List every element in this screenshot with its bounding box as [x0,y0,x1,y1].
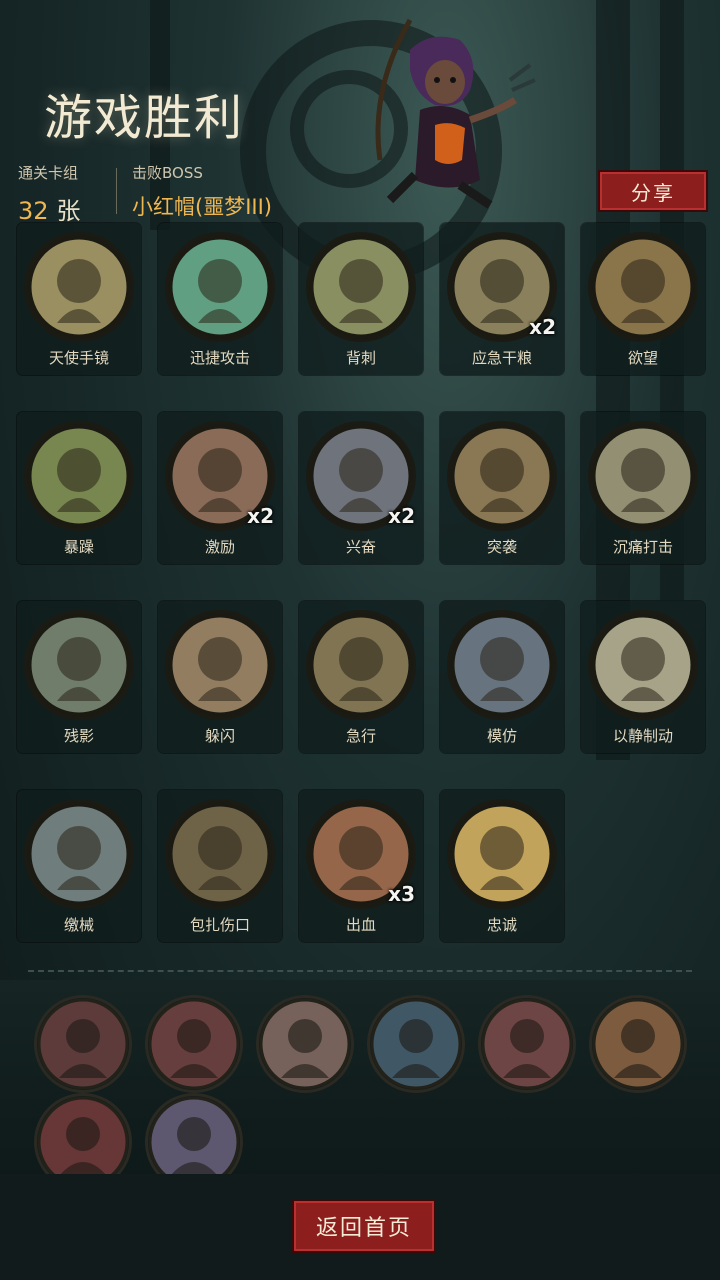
swift-attack-icon [168,235,272,339]
card-name: 迅捷攻击 [189,349,250,367]
return-home-button[interactable]: 返回首页 [292,1199,436,1253]
cards-count: 32 [18,197,49,225]
hero-character-illustration [375,18,536,209]
cards-stat-label: 通关卡组 [18,164,79,182]
card-item[interactable]: 暴躁 [17,412,141,564]
rush-icon [309,613,413,717]
rage-icon [27,424,131,528]
card-multiplier: x2 [529,315,556,339]
boss-stat: 击败BOSS 小红帽(噩梦III) [132,162,272,221]
card-item[interactable]: 躲闪 [158,601,282,753]
card-item[interactable]: x3 出血 [299,790,423,942]
cards-unit: 张 [56,197,81,225]
card-name: 残影 [63,727,94,745]
cross-icon [450,802,554,906]
card-item[interactable]: 包扎伤口 [158,790,282,942]
heavy-strike-icon [591,424,695,528]
card-item[interactable]: 背刺 [299,223,423,375]
card-item[interactable]: 忠诚 [440,790,564,942]
card-name: 以静制动 [612,727,673,745]
card-item[interactable]: 沉痛打击 [581,412,705,564]
card-name: 沉痛打击 [612,538,673,556]
disarm-icon [27,802,131,906]
card-name: 暴躁 [63,538,94,556]
card-multiplier: x3 [388,882,415,906]
section-separator [28,970,692,972]
mimic-icon [450,613,554,717]
card-item[interactable]: x2 激励 [158,412,282,564]
cards-stat: 通关卡组 32 张 [18,162,81,226]
card-name: 模仿 [486,727,517,745]
card-item[interactable]: 残影 [17,601,141,753]
card-name: 缴械 [63,916,94,934]
afterimage-icon [27,613,131,717]
card-name: 包扎伤口 [189,916,250,934]
card-name: 激励 [204,538,235,556]
card-multiplier: x2 [388,504,415,528]
stat-divider [116,168,117,214]
card-name: 背刺 [345,349,376,367]
card-item[interactable]: 迅捷攻击 [158,223,282,375]
red-hood-icon[interactable] [481,998,573,1090]
card-name: 兴奋 [345,538,376,556]
pirate-icon[interactable] [592,998,684,1090]
mirror-icon [27,235,131,339]
share-button[interactable]: 分享 [598,170,708,212]
card-item[interactable]: 模仿 [440,601,564,753]
card-stack-icon[interactable] [148,998,240,1090]
hand-cards-icon[interactable] [259,998,351,1090]
card-name: 急行 [345,727,376,745]
card-item[interactable]: x2 应急干粮 [440,223,564,375]
hooded-figure-icon[interactable] [37,998,129,1090]
card-item[interactable]: 欲望 [581,223,705,375]
card-name: 忠诚 [486,916,517,934]
card-item[interactable]: 缴械 [17,790,141,942]
skull-icon [591,613,695,717]
card-name: 躲闪 [204,727,235,745]
card-name: 出血 [345,916,376,934]
desire-icon [591,235,695,339]
card-name: 天使手镜 [48,349,109,367]
card-item[interactable]: 急行 [299,601,423,753]
card-name: 突袭 [486,538,517,556]
card-item[interactable]: 突袭 [440,412,564,564]
page-title: 游戏胜利 [44,90,245,146]
card-item[interactable]: 以静制动 [581,601,705,753]
card-item[interactable]: x2 兴奋 [299,412,423,564]
card-item[interactable]: 天使手镜 [17,223,141,375]
card-name: 欲望 [627,349,658,367]
raid-icon [450,424,554,528]
boss-name: 小红帽(噩梦III) [132,195,272,219]
card-multiplier: x2 [247,504,274,528]
backstab-icon [309,235,413,339]
dodge-icon [168,613,272,717]
cards-stat-value: 32 张 [18,191,81,226]
card-name: 应急干粮 [471,349,532,367]
boss-stat-label: 击败BOSS [132,164,203,182]
chest-icon[interactable] [370,998,462,1090]
bandage-icon [168,802,272,906]
